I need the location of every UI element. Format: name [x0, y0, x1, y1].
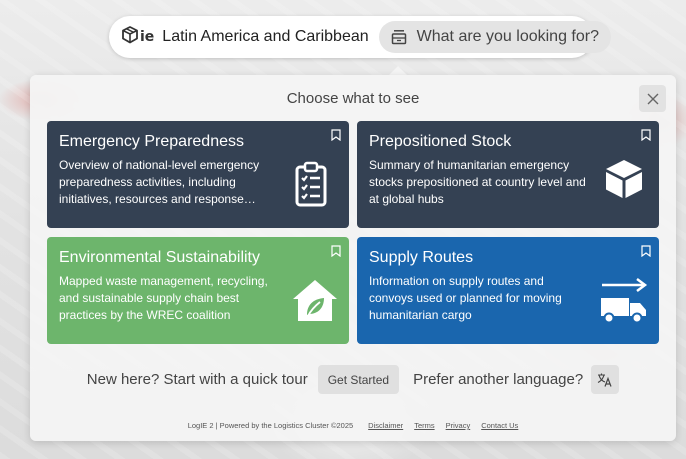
eco-house-icon	[291, 277, 339, 323]
footer: LogIE 2 | Powered by the Logistics Clust…	[30, 421, 676, 430]
card-title: Prepositioned Stock	[369, 133, 512, 150]
card-description: Information on supply routes and convoys…	[369, 274, 562, 322]
card-prepositioned-stock[interactable]: Prepositioned Stock Summary of humanitar…	[357, 121, 659, 228]
drawer-icon	[391, 29, 407, 45]
bookmark-icon[interactable]	[331, 245, 341, 257]
panel-title: Choose what to see	[286, 90, 420, 107]
top-search-bar: ie Latin America and Caribbean What are …	[109, 16, 611, 58]
region-selector[interactable]: Latin America and Caribbean	[162, 28, 368, 46]
bookmark-icon[interactable]	[331, 129, 341, 141]
package-logo-icon	[121, 26, 139, 48]
tour-text: New here? Start with a quick tour	[86, 371, 308, 388]
box-icon	[603, 158, 645, 200]
clipboard-checklist-icon	[295, 161, 327, 207]
bookmark-icon[interactable]	[641, 129, 651, 141]
contact-us-link[interactable]: Contact Us	[481, 421, 518, 430]
bookmark-icon[interactable]	[641, 245, 651, 257]
copyright-text: LogIE 2 | Powered by the Logistics Clust…	[187, 421, 354, 430]
close-icon	[647, 93, 659, 105]
terms-link[interactable]: Terms	[414, 421, 434, 430]
card-title: Environmental Sustainability	[59, 249, 260, 266]
card-description: Summary of humanitarian emergency stocks…	[369, 158, 586, 206]
card-title: Emergency Preparedness	[59, 133, 244, 150]
close-button[interactable]	[639, 85, 666, 112]
get-started-button[interactable]: Get Started	[317, 365, 400, 394]
card-description: Overview of national-level emergency pre…	[59, 158, 260, 206]
card-supply-routes[interactable]: Supply Routes Information on supply rout…	[357, 237, 659, 344]
card-environmental-sustainability[interactable]: Environmental Sustainability Mapped wast…	[47, 237, 349, 344]
panel-pointer	[389, 66, 407, 75]
logo-text: ie	[140, 29, 155, 45]
card-title: Supply Routes	[369, 249, 474, 266]
card-emergency-preparedness[interactable]: Emergency Preparedness Overview of natio…	[47, 121, 349, 228]
privacy-link[interactable]: Privacy	[446, 421, 471, 430]
search-placeholder: What are you looking for?	[416, 28, 599, 45]
logie-logo[interactable]: ie	[121, 26, 154, 48]
card-description: Mapped waste management, recycling, and …	[59, 274, 268, 322]
tour-row: New here? Start with a quick tour Get St…	[30, 365, 676, 394]
search-button[interactable]: What are you looking for?	[378, 21, 611, 53]
choose-panel: Choose what to see Emergency Preparednes…	[30, 75, 676, 441]
language-button[interactable]	[591, 365, 620, 394]
truck-arrow-icon	[599, 277, 649, 325]
translate-icon	[597, 373, 613, 387]
language-text: Prefer another language?	[413, 371, 584, 388]
disclaimer-link[interactable]: Disclaimer	[368, 421, 403, 430]
